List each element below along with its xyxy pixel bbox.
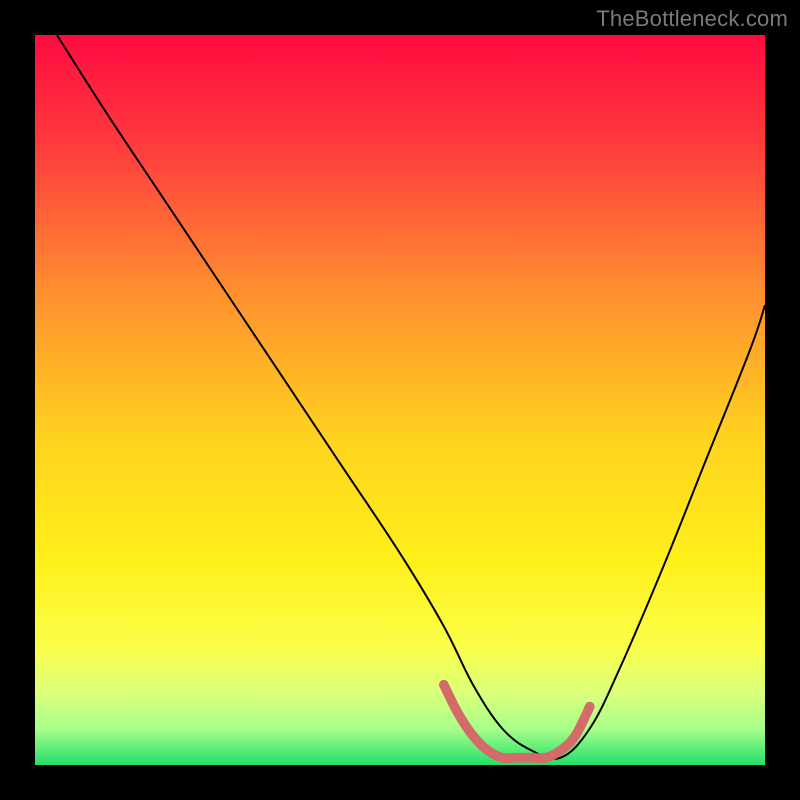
bottleneck-curve (57, 35, 765, 759)
optimal-band (444, 685, 590, 759)
plot-area (35, 35, 765, 765)
curve-layer (35, 35, 765, 765)
watermark-text: TheBottleneck.com (596, 6, 788, 32)
